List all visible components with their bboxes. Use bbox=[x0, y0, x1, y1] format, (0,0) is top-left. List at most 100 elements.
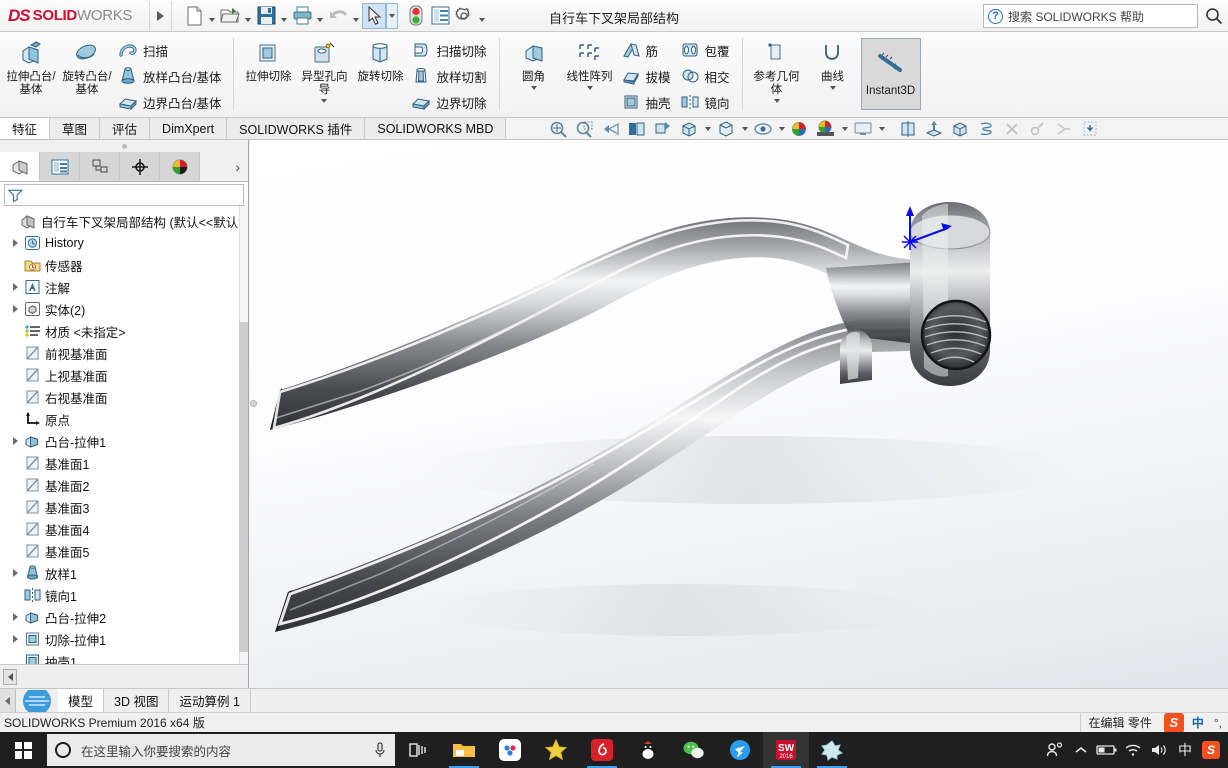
feature-tree-row[interactable]: History bbox=[0, 232, 248, 254]
new-document-icon[interactable] bbox=[182, 3, 206, 29]
configuration-manager-tab[interactable] bbox=[80, 152, 120, 181]
people-tray-icon[interactable] bbox=[1042, 732, 1068, 768]
feature-tree-row[interactable]: 基准面3 bbox=[0, 496, 248, 518]
extrude-cut-button[interactable]: 拉伸切除 bbox=[240, 35, 296, 84]
revolve-cut-button[interactable]: 旋转切除 bbox=[352, 35, 408, 84]
task-view-button[interactable] bbox=[395, 732, 441, 768]
view-orientation-cube-icon[interactable] bbox=[676, 118, 702, 140]
search-icon[interactable] bbox=[1205, 7, 1223, 25]
mirror-button[interactable]: 镜向 bbox=[677, 89, 736, 115]
battery-tray-icon[interactable] bbox=[1094, 732, 1120, 768]
boundary-boss-button[interactable]: 边界凸台/基体 bbox=[115, 89, 227, 115]
reference-geometry-dropdown-icon[interactable] bbox=[773, 99, 780, 103]
netease-music-taskbar-icon[interactable] bbox=[579, 732, 625, 768]
show-hidden-icons-chevron[interactable] bbox=[1068, 732, 1094, 768]
plane-display-icon[interactable] bbox=[895, 118, 921, 140]
feature-tree-row[interactable]: 实体(2) bbox=[0, 298, 248, 320]
curves-dropdown-icon[interactable] bbox=[829, 86, 836, 90]
view-orientation-icon[interactable] bbox=[650, 118, 676, 140]
print-icon[interactable] bbox=[290, 3, 314, 29]
linear-pattern-button[interactable]: 线性阵列 bbox=[562, 35, 618, 90]
draft-button[interactable]: 拔模 bbox=[618, 63, 677, 89]
loft-cut-button[interactable]: 放样切割 bbox=[408, 63, 492, 89]
tree-expander-icon[interactable] bbox=[8, 305, 22, 313]
linear-pattern-dropdown-icon[interactable] bbox=[586, 86, 593, 90]
file-explorer-taskbar-icon[interactable] bbox=[441, 732, 487, 768]
panel-splitter-handle[interactable] bbox=[250, 400, 257, 407]
curves-button[interactable]: 曲线 bbox=[805, 35, 861, 90]
feature-tree-row[interactable]: 原点 bbox=[0, 408, 248, 430]
traffic-light-icon[interactable] bbox=[404, 3, 428, 29]
hide-show-items-dropdown[interactable] bbox=[776, 118, 787, 140]
tab-scroll-left-button[interactable] bbox=[0, 689, 16, 712]
all-annotations-icon[interactable] bbox=[1077, 118, 1103, 140]
sketch-relations-icon[interactable] bbox=[1025, 118, 1051, 140]
bottom-tab-3d-views[interactable]: 3D 视图 bbox=[104, 689, 170, 712]
feature-tree-row[interactable]: 凸台-拉伸1 bbox=[0, 430, 248, 452]
display-style-icon[interactable] bbox=[713, 118, 739, 140]
instant3d-button[interactable]: Instant3D bbox=[860, 38, 921, 110]
tree-expander-icon[interactable] bbox=[8, 569, 22, 577]
menu-expand-button[interactable] bbox=[150, 0, 172, 31]
print-dropdown[interactable] bbox=[314, 3, 326, 29]
tab-sketch[interactable]: 草图 bbox=[50, 118, 101, 139]
ime-mode-indicator[interactable]: 中 bbox=[1188, 713, 1208, 733]
hide-show-items-icon[interactable] bbox=[750, 118, 776, 140]
dingtalk-taskbar-icon[interactable] bbox=[717, 732, 763, 768]
feature-tree-row[interactable]: 基准面4 bbox=[0, 518, 248, 540]
shell-button[interactable]: 抽壳 bbox=[618, 89, 677, 115]
view-settings-dropdown[interactable] bbox=[876, 118, 887, 140]
save-icon[interactable] bbox=[254, 3, 278, 29]
display-manager-tab[interactable] bbox=[160, 152, 200, 181]
feature-tree-row[interactable]: 凸台-拉伸2 bbox=[0, 606, 248, 628]
dimension-hide-icon[interactable] bbox=[1051, 118, 1077, 140]
sogou-ime-icon[interactable]: S bbox=[1160, 712, 1188, 733]
taskbar-search-box[interactable]: 在这里输入你要搜索的内容 bbox=[47, 734, 395, 766]
star-app-taskbar-icon[interactable] bbox=[533, 732, 579, 768]
view-settings-icon[interactable] bbox=[850, 118, 876, 140]
feature-tree-row[interactable]: 注解 bbox=[0, 276, 248, 298]
undo-dropdown[interactable] bbox=[350, 3, 362, 29]
wrap-button[interactable]: 包覆 bbox=[677, 37, 736, 63]
panel-more-tabs-button[interactable]: › bbox=[200, 152, 248, 181]
extrude-boss-button[interactable]: 拉伸凸台/基体 bbox=[3, 35, 59, 97]
hole-wizard-dropdown-icon[interactable] bbox=[321, 99, 328, 103]
edit-appearance-icon[interactable] bbox=[787, 118, 813, 140]
feature-manager-tree-tab[interactable] bbox=[0, 152, 40, 181]
origin-display-icon[interactable] bbox=[947, 118, 973, 140]
tab-solidworks-mbd[interactable]: SOLIDWORKS MBD bbox=[365, 118, 507, 139]
sogou-tray-icon[interactable]: S bbox=[1198, 732, 1224, 768]
loft-boss-button[interactable]: 放样凸台/基体 bbox=[115, 63, 227, 89]
feature-tree-scroll-thumb[interactable] bbox=[239, 322, 248, 652]
display-style-dropdown[interactable] bbox=[739, 118, 750, 140]
feature-tree-row[interactable]: 上视基准面 bbox=[0, 364, 248, 386]
apply-scene-dropdown[interactable] bbox=[839, 118, 850, 140]
tree-expander-icon[interactable] bbox=[8, 635, 22, 643]
feature-tree-row[interactable]: 基准面2 bbox=[0, 474, 248, 496]
gear-icon[interactable] bbox=[452, 3, 476, 29]
feature-tree[interactable]: 自行车下叉架局部结构 (默认<<默认>_显 History 传感器 注解 实体(2) 材质… bbox=[0, 206, 248, 664]
model-view-globe-icon[interactable] bbox=[16, 689, 58, 712]
feature-tree-row[interactable]: 切除-拉伸1 bbox=[0, 628, 248, 650]
property-manager-tab[interactable] bbox=[40, 152, 80, 181]
sweep-cut-button[interactable]: 扫描切除 bbox=[408, 37, 492, 63]
tree-expander-icon[interactable] bbox=[8, 613, 22, 621]
sweep-button[interactable]: 扫描 bbox=[115, 37, 227, 63]
tree-expander-icon[interactable] bbox=[8, 283, 22, 291]
sketch-hide-icon[interactable] bbox=[999, 118, 1025, 140]
feature-tree-row[interactable]: 前视基准面 bbox=[0, 342, 248, 364]
revolve-boss-button[interactable]: 旋转凸台/基体 bbox=[59, 35, 115, 97]
tree-collapse-button[interactable] bbox=[3, 668, 17, 685]
help-search-box[interactable]: ? 搜索 SOLIDWORKS 帮助 bbox=[983, 4, 1198, 28]
feature-tree-scrollbar[interactable] bbox=[239, 206, 248, 664]
open-document-dropdown[interactable] bbox=[242, 3, 254, 29]
bottom-tab-motion-study[interactable]: 运动算例 1 bbox=[169, 689, 251, 712]
feature-tree-filter[interactable] bbox=[4, 184, 244, 206]
feature-tree-filter-input[interactable] bbox=[23, 188, 243, 202]
feature-tree-row[interactable]: 右视基准面 bbox=[0, 386, 248, 408]
volume-tray-icon[interactable] bbox=[1146, 732, 1172, 768]
solidworks-taskbar-icon[interactable]: SW 2016 bbox=[763, 732, 809, 768]
boundary-cut-button[interactable]: 边界切除 bbox=[408, 89, 492, 115]
fillet-button[interactable]: 圆角 bbox=[506, 35, 562, 90]
undo-icon[interactable] bbox=[326, 3, 350, 29]
